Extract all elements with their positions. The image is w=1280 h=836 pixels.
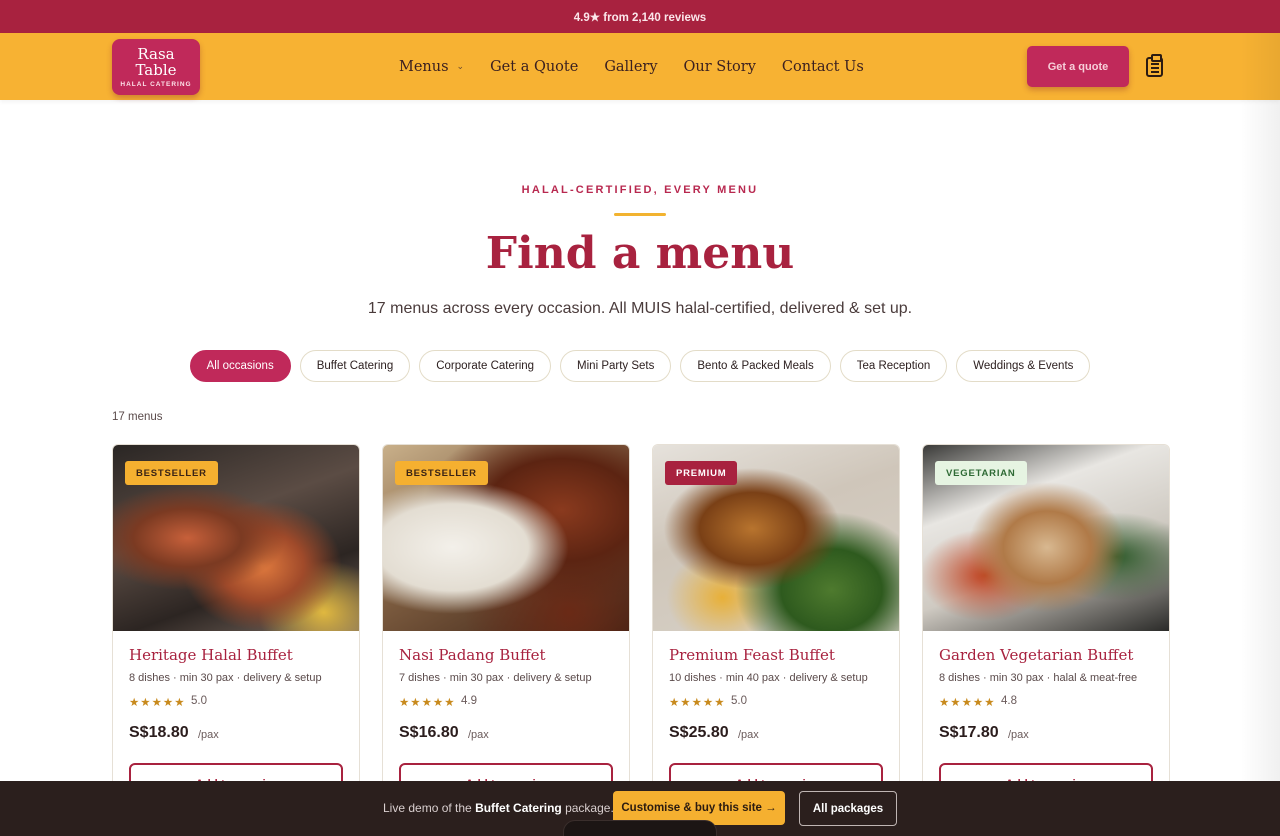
chevron-down-icon: ⌄ [456,61,465,72]
nav-menus-label: Menus [399,58,449,75]
toolbar-dock[interactable] [563,820,717,836]
page-subtitle: 17 menus across every occasion. All MUIS… [367,300,913,317]
filter-buffet-catering[interactable]: Buffet Catering [299,350,411,382]
menu-meta: 10 dishes · min 40 pax · delivery & setu… [669,672,868,684]
logo-line2: Table [135,61,177,79]
occasion-filters: All occasions Buffet Catering Corporate … [0,350,1280,382]
menu-card[interactable]: BESTSELLER Heritage Halal Buffet 8 dishe… [112,444,360,804]
menu-meta: 8 dishes · min 30 pax · halal & meat-fre… [939,672,1138,684]
menu-meta: 8 dishes · min 30 pax · delivery & setup [129,672,322,684]
eyebrow-divider [614,213,666,216]
menu-meta: 7 dishes · min 30 pax · delivery & setup [399,672,592,684]
menu-photo[interactable]: BESTSELLER [113,445,359,631]
price-unit: /pax [738,729,759,741]
page-title: Find a menu [485,228,795,279]
menu-title[interactable]: Nasi Padang Buffet [399,646,546,664]
menu-badge: BESTSELLER [395,461,488,485]
logo-line1: Rasa [137,45,175,63]
rating-value: 5.0 [191,695,207,707]
filter-bento-packed-meals[interactable]: Bento & Packed Meals [680,350,831,382]
menu-badge: PREMIUM [665,461,738,485]
menu-card[interactable]: PREMIUM Premium Feast Buffet 10 dishes ·… [652,444,900,804]
menu-price: S$18.80 [129,724,189,741]
star-rating-icon: ★★★★★ [939,697,996,709]
menu-card[interactable]: BESTSELLER Nasi Padang Buffet 7 dishes ·… [382,444,630,804]
rating-value: 4.9 [461,695,477,707]
price-unit: /pax [1008,729,1029,741]
demo-notice: Live demo of the Buffet Catering package… [383,801,614,815]
filter-corporate-catering[interactable]: Corporate Catering [419,350,552,382]
menu-badge: BESTSELLER [125,461,218,485]
result-count: 17 menus [112,411,163,423]
filter-weddings-events[interactable]: Weddings & Events [956,350,1091,382]
menu-photo[interactable]: PREMIUM [653,445,899,631]
demo-suffix: package. [561,801,614,815]
clipboard-icon[interactable] [1146,54,1163,77]
logo-tagline: HALAL CATERING [120,81,192,88]
nav-contact-us[interactable]: Contact Us [782,59,864,75]
nav-menus[interactable]: Menus ⌄ [399,59,464,75]
menu-photo[interactable]: VEGETARIAN [923,445,1169,631]
star-rating-icon: ★★★★★ [669,697,726,709]
menu-price: S$16.80 [399,724,459,741]
menu-photo[interactable]: BESTSELLER [383,445,629,631]
star-rating-icon: ★★★★★ [399,697,456,709]
menu-badge: VEGETARIAN [935,461,1027,485]
nav-get-a-quote[interactable]: Get a Quote [490,59,578,75]
all-packages-button[interactable]: All packages [799,791,897,826]
review-banner: 4.9★ from 2,140 reviews [0,0,1280,33]
get-a-quote-button[interactable]: Get a quote [1027,46,1129,87]
star-rating-icon: ★★★★★ [129,697,186,709]
menu-price: S$17.80 [939,724,999,741]
filter-tea-reception[interactable]: Tea Reception [839,350,948,382]
filter-all-occasions[interactable]: All occasions [189,350,291,382]
rating-value: 5.0 [731,695,747,707]
demo-package-name: Buffet Catering [475,801,562,815]
nav-our-story[interactable]: Our Story [684,59,756,75]
section-eyebrow: HALAL-CERTIFIED, EVERY MENU [521,184,759,196]
price-unit: /pax [468,729,489,741]
rating-value: 4.8 [1001,695,1017,707]
menu-grid: BESTSELLER Heritage Halal Buffet 8 dishe… [112,444,1170,804]
filter-mini-party-sets[interactable]: Mini Party Sets [560,350,672,382]
menu-title[interactable]: Premium Feast Buffet [669,646,835,664]
menu-card[interactable]: VEGETARIAN Garden Vegetarian Buffet 8 di… [922,444,1170,804]
site-header: Rasa Table HALAL CATERING Menus ⌄ Get a Q… [0,33,1280,100]
menu-title[interactable]: Heritage Halal Buffet [129,646,293,664]
review-text: 4.9★ from 2,140 reviews [573,11,707,24]
price-unit: /pax [198,729,219,741]
menu-price: S$25.80 [669,724,729,741]
main-nav: Menus ⌄ Get a Quote Gallery Our Story Con… [399,33,890,100]
brand-logo[interactable]: Rasa Table HALAL CATERING [112,39,200,95]
page-edge-shadow [1240,33,1280,836]
demo-prefix: Live demo of the [383,801,476,815]
menu-title[interactable]: Garden Vegetarian Buffet [939,646,1133,664]
nav-gallery[interactable]: Gallery [604,59,657,75]
